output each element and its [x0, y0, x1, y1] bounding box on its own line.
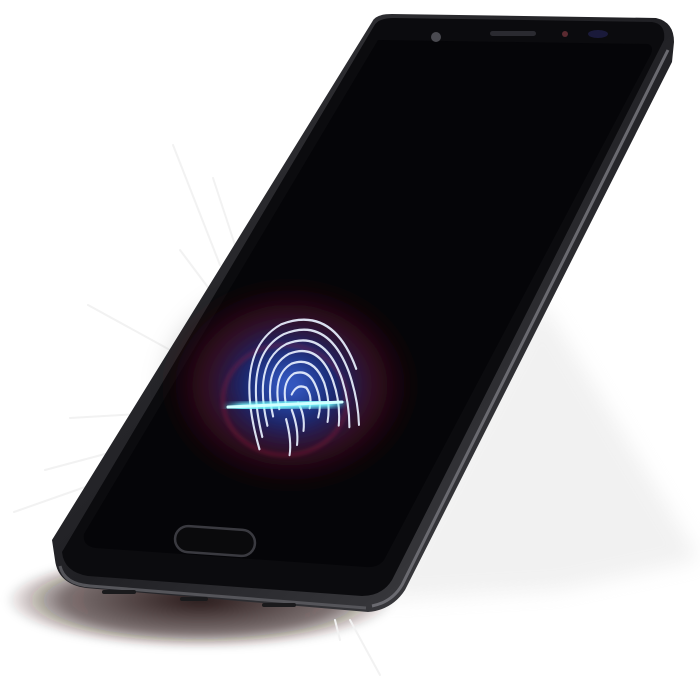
front-camera-icon [431, 32, 441, 42]
earpiece-icon [490, 31, 536, 36]
home-button-icon [173, 524, 257, 558]
fingerprint-glow [155, 275, 425, 495]
phone-illustration [5, 14, 700, 676]
sensor-icon [562, 31, 568, 37]
